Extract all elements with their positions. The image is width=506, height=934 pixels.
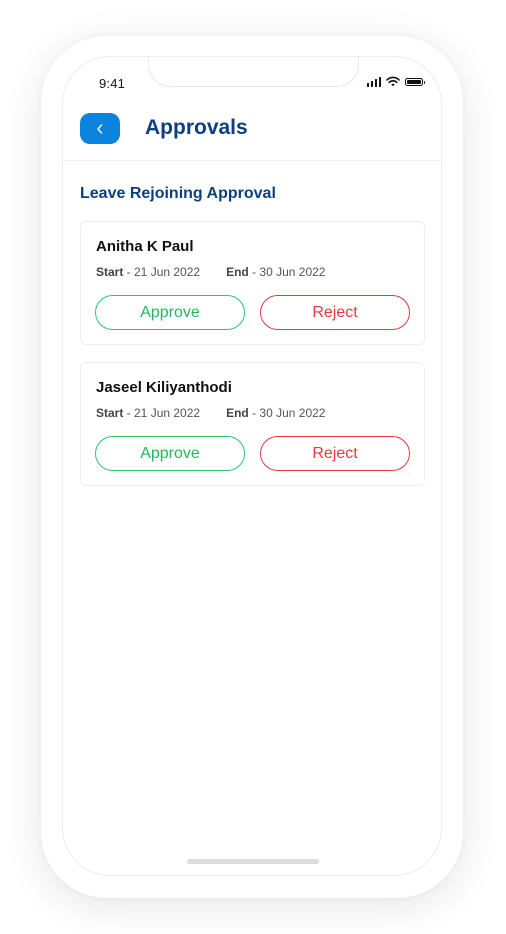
app-header: Approvals: [63, 109, 441, 161]
notch: [148, 57, 359, 87]
reject-button[interactable]: Reject: [260, 436, 410, 471]
cellular-signal-icon: [366, 76, 381, 87]
approval-card: Anitha K Paul Start - 21 Jun 2022 End - 3…: [80, 221, 425, 345]
employee-name: Jaseel Kiliyanthodi: [96, 379, 232, 396]
back-button[interactable]: [80, 113, 120, 144]
phone-screen: 9:41 Approvals Leave Rejoining Approval …: [62, 56, 442, 876]
home-indicator: [187, 859, 319, 864]
chevron-left-icon: [97, 123, 103, 134]
page-title: Approvals: [145, 116, 248, 139]
battery-icon: [405, 77, 425, 86]
start-date: - 21 Jun 2022: [123, 265, 201, 279]
section-title: Leave Rejoining Approval: [80, 185, 276, 202]
date-row: Start - 21 Jun 2022 End - 30 Jun 2022: [96, 265, 325, 279]
employee-name: Anitha K Paul: [96, 238, 194, 255]
status-time: 9:41: [99, 76, 126, 91]
approval-card: Jaseel Kiliyanthodi Start - 21 Jun 2022 E…: [80, 362, 425, 486]
end-date: - 30 Jun 2022: [248, 265, 326, 279]
start-label: Start: [96, 406, 124, 420]
start-date: - 21 Jun 2022: [123, 406, 201, 420]
approve-button[interactable]: Approve: [95, 436, 245, 471]
end-label: End: [226, 406, 249, 420]
reject-button[interactable]: Reject: [260, 295, 410, 330]
status-icons: [366, 76, 425, 87]
end-date: - 30 Jun 2022: [248, 406, 326, 420]
date-row: Start - 21 Jun 2022 End - 30 Jun 2022: [96, 406, 325, 420]
wifi-icon: [386, 76, 400, 87]
approve-button[interactable]: Approve: [95, 295, 245, 330]
end-label: End: [226, 265, 249, 279]
start-label: Start: [96, 265, 124, 279]
